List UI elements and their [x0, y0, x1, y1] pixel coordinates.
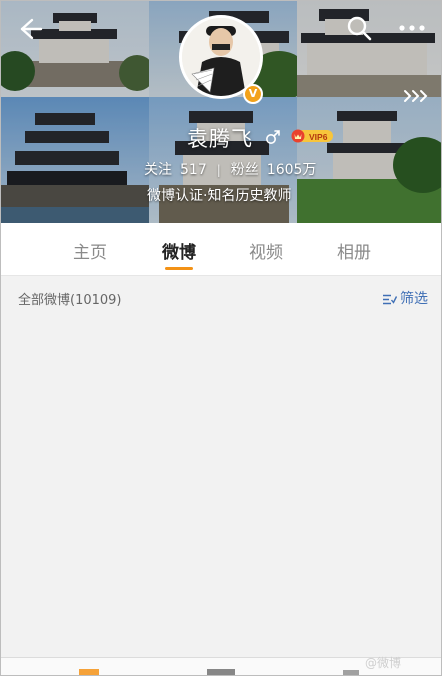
- feed-filter-bar: 全部微博(10109) 筛选: [1, 276, 441, 320]
- more-icon[interactable]: [397, 15, 427, 41]
- follow-stats: 关注 517 | 粉丝 1605万: [144, 159, 316, 179]
- profile-tabs: 主页 微博 视频 相册: [1, 223, 441, 276]
- tab-video[interactable]: 视频: [236, 238, 296, 263]
- active-tab-indicator: [165, 267, 193, 270]
- back-arrow-icon[interactable]: [15, 15, 43, 43]
- tab-album[interactable]: 相册: [324, 238, 384, 263]
- verification-text: 微博认证·知名历史教师: [147, 188, 292, 204]
- bottom-action-item[interactable]: [341, 665, 361, 675]
- vip-badge[interactable]: VIP6: [291, 129, 333, 143]
- tab-home[interactable]: 主页: [60, 238, 120, 263]
- vip-label: VIP6: [309, 132, 328, 142]
- bottom-action-item[interactable]: [201, 665, 241, 675]
- followers-label: 粉丝: [230, 162, 259, 178]
- weibo-count: 全部微博(10109): [18, 293, 122, 308]
- tab-weibo[interactable]: 微博: [149, 238, 209, 263]
- search-icon[interactable]: [345, 14, 373, 42]
- filter-button[interactable]: 筛选: [383, 288, 428, 308]
- username: 袁腾飞: [187, 127, 253, 151]
- profile-header: V 袁腾飞 VIP6 关注 517 | 粉丝 1605万 微博认证·知名历史教师: [1, 1, 441, 223]
- verified-badge: V: [243, 84, 263, 104]
- following-count: 517: [180, 162, 207, 178]
- chevron-right-icon[interactable]: [403, 89, 429, 103]
- cover-tile: [1, 97, 149, 223]
- male-icon: [266, 130, 280, 144]
- app-frame: V 袁腾飞 VIP6 关注 517 | 粉丝 1605万 微博认证·知名历史教师 主页 …: [0, 0, 442, 676]
- watermark: @微博: [365, 656, 402, 670]
- following-label: 关注: [144, 162, 172, 178]
- followers-stat[interactable]: 粉丝 1605万: [231, 162, 317, 178]
- followers-count: 1605万: [266, 162, 317, 178]
- filter-icon: [383, 294, 397, 304]
- feed-area: [1, 320, 441, 657]
- cover-tile: [297, 97, 441, 223]
- following-stat[interactable]: 关注 517: [144, 162, 207, 178]
- stats-divider: |: [216, 163, 221, 177]
- filter-label: 筛选: [400, 291, 428, 307]
- bottom-action-item[interactable]: [71, 665, 107, 675]
